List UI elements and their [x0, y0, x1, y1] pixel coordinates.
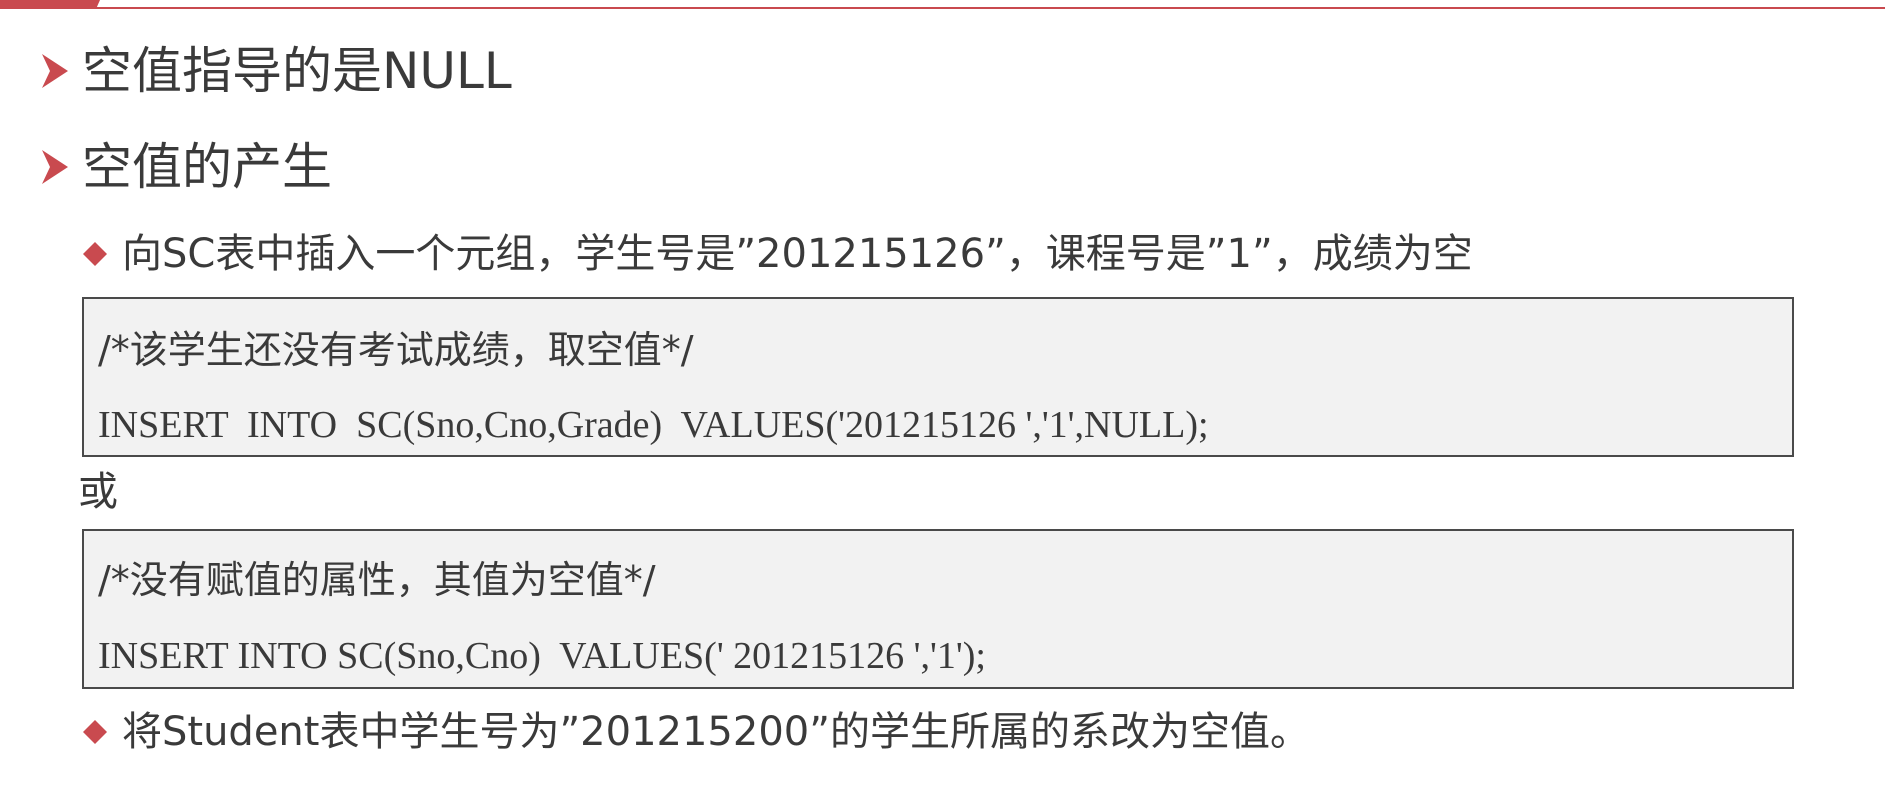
header-accent-rule: [0, 7, 1885, 9]
code-statement: INSERT INTO SC(Sno,Cno) VALUES(' 2012151…: [98, 635, 986, 677]
diamond-icon: [83, 242, 107, 266]
bullet-text: 空值的产生: [82, 138, 332, 196]
sub-bullet-text: 向SC表中插入一个元组，学生号是”201215126”，课程号是”1”，成绩为空: [122, 231, 1473, 277]
code-statement: INSERT INTO SC(Sno,Cno,Grade) VALUES('20…: [98, 404, 1209, 446]
arrow-right-icon: [42, 54, 68, 88]
bullet-null-generation: 空值的产生: [40, 142, 332, 192]
code-comment: /*没有赋值的属性，其值为空值*/: [98, 558, 656, 602]
sub-bullet-text: 将Student表中学生号为”201215200”的学生所属的系改为空值。: [122, 709, 1310, 755]
code-block-insert-with-null: /*该学生还没有考试成绩，取空值*/ INSERT INTO SC(Sno,Cn…: [82, 297, 1794, 457]
arrow-right-icon: [42, 150, 68, 184]
code-comment: /*该学生还没有考试成绩，取空值*/: [98, 328, 694, 372]
diamond-icon: [83, 720, 107, 744]
or-label: 或: [78, 469, 118, 515]
code-block-insert-without-grade: /*没有赋值的属性，其值为空值*/ INSERT INTO SC(Sno,Cno…: [82, 529, 1794, 689]
sub-bullet-insert-tuple: 向SC表中插入一个元组，学生号是”201215126”，课程号是”1”，成绩为空: [82, 234, 1473, 274]
bullet-text: 空值指导的是NULL: [82, 42, 512, 100]
bullet-null-definition: 空值指导的是NULL: [40, 46, 512, 96]
sub-bullet-update-dept: 将Student表中学生号为”201215200”的学生所属的系改为空值。: [82, 712, 1310, 752]
